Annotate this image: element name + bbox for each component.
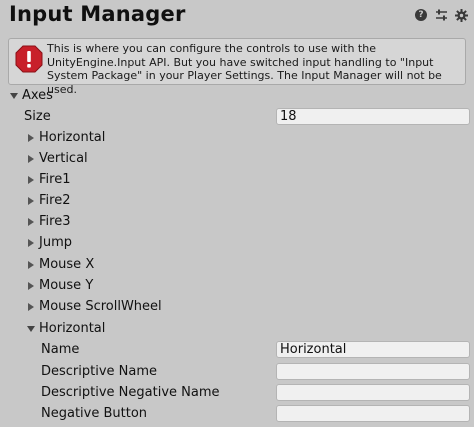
negative-button-label: Negative Button — [41, 406, 148, 421]
error-icon — [15, 45, 43, 73]
inspector-header: Input Manager ? — [0, 0, 474, 32]
axis-item-label: Fire2 — [39, 193, 71, 208]
axis-item-label: Fire1 — [39, 172, 71, 187]
axes-foldout[interactable]: Axes — [0, 85, 474, 106]
name-label: Name — [41, 342, 80, 357]
axis-item-mouse-y[interactable]: Mouse Y — [0, 275, 474, 296]
axis-item-fire3[interactable]: Fire3 — [0, 211, 474, 232]
axes-arrow-icon[interactable] — [9, 85, 19, 106]
size-row: Size 18 — [0, 106, 474, 127]
name-row: Name Horizontal — [0, 339, 474, 360]
descriptive-negative-name-label: Descriptive Negative Name — [41, 385, 220, 400]
axes-label: Axes — [22, 88, 53, 103]
descriptive-name-label: Descriptive Name — [41, 364, 158, 379]
descriptive-name-field[interactable] — [276, 363, 470, 380]
axis-item-horizontal-expanded[interactable]: Horizontal — [0, 318, 474, 339]
expand-arrow-icon[interactable] — [26, 232, 36, 253]
collapse-arrow-icon[interactable] — [26, 318, 36, 339]
axis-item-label: Mouse Y — [39, 278, 94, 293]
expand-arrow-icon[interactable] — [26, 254, 36, 275]
axis-item-mouse-scrollwheel[interactable]: Mouse ScrollWheel — [0, 296, 474, 317]
expand-arrow-icon[interactable] — [26, 127, 36, 148]
axis-item-label: Horizontal — [39, 130, 106, 145]
axis-item-label: Jump — [39, 235, 72, 250]
axis-item-label: Mouse X — [39, 257, 95, 272]
axis-item-label: Vertical — [39, 151, 88, 166]
axis-item-label: Fire3 — [39, 214, 71, 229]
axis-item-label: Horizontal — [39, 321, 106, 336]
expand-arrow-icon[interactable] — [26, 190, 36, 211]
negative-button-row: Negative Button — [0, 403, 474, 424]
expand-arrow-icon[interactable] — [26, 275, 36, 296]
expand-arrow-icon[interactable] — [26, 148, 36, 169]
header-icons: ? — [414, 8, 468, 22]
axis-item-fire2[interactable]: Fire2 — [0, 190, 474, 211]
axis-item-fire1[interactable]: Fire1 — [0, 169, 474, 190]
size-field[interactable]: 18 — [276, 108, 470, 125]
descriptive-name-row: Descriptive Name — [0, 361, 474, 382]
axis-item-label: Mouse ScrollWheel — [39, 299, 162, 314]
preset-sliders-icon[interactable] — [434, 8, 448, 22]
expand-arrow-icon[interactable] — [26, 211, 36, 232]
descriptive-negative-name-field[interactable] — [276, 384, 470, 401]
help-icon[interactable]: ? — [414, 8, 428, 22]
settings-gear-icon[interactable] — [454, 8, 468, 22]
descriptive-negative-name-row: Descriptive Negative Name — [0, 382, 474, 403]
warning-box: This is where you can configure the cont… — [8, 38, 466, 96]
axis-item-vertical[interactable]: Vertical — [0, 148, 474, 169]
name-field[interactable]: Horizontal — [276, 341, 470, 358]
negative-button-field[interactable] — [276, 405, 470, 422]
expand-arrow-icon[interactable] — [26, 296, 36, 317]
axis-item-mouse-x[interactable]: Mouse X — [0, 254, 474, 275]
page-title: Input Manager — [9, 2, 186, 26]
axis-item-jump[interactable]: Jump — [0, 232, 474, 253]
expand-arrow-icon[interactable] — [26, 169, 36, 190]
axis-item-horizontal[interactable]: Horizontal — [0, 127, 474, 148]
size-label: Size — [24, 109, 51, 124]
